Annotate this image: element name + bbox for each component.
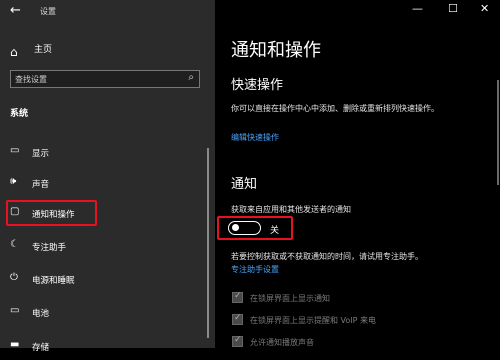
checkbox-lock-screen-notifications[interactable]	[232, 291, 243, 303]
battery-icon: ▭	[10, 305, 20, 316]
app-title: 设置	[40, 7, 56, 16]
focus-assist-description: 若要控制获取或不获取通知的时间，请试用专注助手。	[231, 252, 423, 261]
sidebar: ← 设置 ⌂ 主页 ⌕ 系统 ▭ 显示 🕪 声音 ▢ 通知和操作 ☾ 专注助手 …	[0, 0, 215, 353]
sidebar-item-label: 存储	[32, 343, 50, 353]
maximize-icon[interactable]: ☐	[448, 2, 458, 15]
sidebar-item-label: 电池	[32, 309, 50, 319]
checkbox-lock-screen-reminders[interactable]	[232, 313, 243, 325]
close-icon[interactable]: ✕	[480, 2, 489, 15]
back-arrow-icon[interactable]: ←	[10, 3, 21, 18]
sidebar-item-display[interactable]: ▭ 显示	[0, 140, 215, 166]
main-scrollbar[interactable]	[497, 80, 499, 185]
checkbox-notification-sounds[interactable]	[232, 335, 243, 347]
sidebar-item-sound[interactable]: 🕪 声音	[0, 171, 215, 197]
sidebar-home[interactable]: ⌂ 主页	[10, 41, 52, 60]
display-icon: ▭	[10, 145, 20, 156]
sidebar-item-focus-assist[interactable]: ☾ 专注助手	[0, 234, 215, 260]
notifications-heading: 通知	[231, 177, 258, 192]
power-icon: ⏻	[10, 272, 18, 283]
sidebar-item-power[interactable]: ⏻ 电源和睡眠	[0, 267, 215, 293]
speaker-icon: 🕪	[10, 176, 17, 187]
section-title: 系统	[10, 109, 29, 119]
minimize-icon[interactable]: —	[412, 2, 423, 15]
sidebar-item-battery[interactable]: ▭ 电池	[0, 300, 215, 326]
checkbox-label: 允许通知播放声音	[250, 338, 314, 347]
checkbox-label: 在锁屏界面上显示提醒和 VoIP 来电	[250, 316, 377, 325]
highlight-box	[217, 216, 293, 240]
sidebar-item-storage[interactable]: ▬ 存储	[0, 334, 215, 360]
storage-icon: ▬	[10, 339, 20, 350]
search-icon[interactable]: ⌕	[188, 72, 194, 83]
moon-icon: ☾	[10, 239, 19, 250]
highlight-box	[6, 200, 97, 226]
checkbox-label: 在锁屏界面上显示通知	[250, 294, 330, 303]
notifications-toggle-label: 获取来自应用和其他发送者的通知	[231, 205, 351, 214]
main-pane: — ☐ ✕ 通知和操作 快速操作 你可以直接在操作中心中添加、删除或重新排列快速…	[215, 0, 500, 348]
home-icon: ⌂	[10, 45, 18, 59]
search-box[interactable]: ⌕	[10, 70, 200, 88]
sidebar-scrollbar[interactable]	[207, 148, 209, 338]
home-label: 主页	[34, 45, 53, 55]
sidebar-item-label: 专注助手	[32, 243, 67, 253]
edit-quick-actions-link[interactable]: 编辑快速操作	[231, 132, 279, 143]
quick-actions-description: 你可以直接在操作中心中添加、删除或重新排列快速操作。	[231, 104, 439, 113]
sidebar-item-label: 电源和睡眠	[32, 276, 75, 286]
focus-assist-settings-link[interactable]: 专注助手设置	[231, 264, 279, 275]
page-title: 通知和操作	[231, 40, 321, 61]
sidebar-item-label: 声音	[32, 180, 50, 190]
quick-actions-heading: 快速操作	[231, 78, 284, 93]
sidebar-item-label: 显示	[32, 149, 50, 159]
search-input[interactable]	[15, 73, 175, 85]
